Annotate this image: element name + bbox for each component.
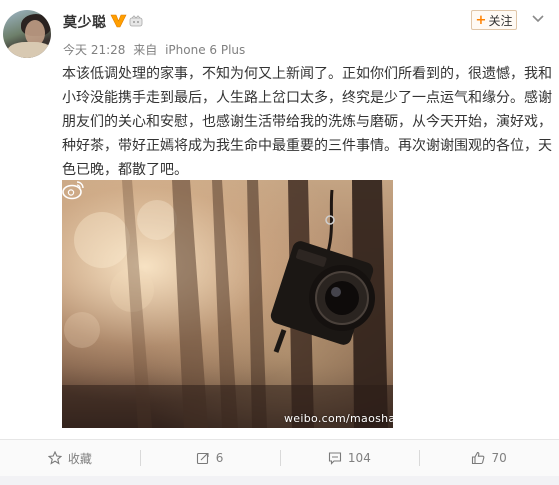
star-icon [47, 451, 62, 465]
content-line: 色已晚，都散了吧。 [62, 162, 188, 178]
post-source[interactable]: iPhone 6 Plus [165, 43, 245, 57]
post-time[interactable]: 今天 21:28 [63, 43, 125, 57]
action-bar: 收藏 6 104 70 [0, 440, 559, 476]
comment-icon [328, 452, 341, 465]
favorite-button[interactable]: 收藏 [0, 440, 140, 476]
content-line: 本该低调处理的家事，不知为何又上新闻了。正如你们所看到的，很遗憾，我和 [62, 66, 552, 82]
content-line: 种好茶，带好正嫣将成为我生命中最重要的三件事情。再次谢谢围观的各位，天 [62, 138, 552, 154]
follow-button[interactable]: + 关注 [471, 10, 517, 30]
plus-icon: + [475, 12, 487, 28]
like-icon [472, 451, 485, 465]
username-link[interactable]: 莫少聪 [63, 12, 107, 32]
repost-button[interactable]: 6 [139, 440, 280, 476]
weibo-post-card: 莫少聪 + 关注 今天 21:28 来自 iPhone 6 Plus 本该低调处… [0, 0, 559, 485]
weibo-logo-icon [62, 181, 84, 200]
comment-count: 104 [347, 451, 371, 465]
vip-icon[interactable] [110, 13, 127, 28]
avatar[interactable] [3, 10, 51, 58]
like-button[interactable]: 70 [419, 440, 559, 476]
content-line: 小玲没能携手走到最后，人生路上岔口太多，终究是少了一点运气和缘分。感谢 [62, 90, 552, 106]
photo-scene [62, 180, 393, 428]
favorite-label: 收藏 [67, 451, 92, 466]
image-watermark: weibo.com/maosha [284, 412, 393, 425]
post-image[interactable]: weibo.com/maosha [62, 180, 393, 428]
post-meta: 今天 21:28 来自 iPhone 6 Plus [63, 41, 249, 58]
club-icon[interactable] [129, 15, 143, 27]
repost-icon [196, 452, 209, 465]
follow-label: 关注 [488, 13, 513, 28]
content-line: 朋友们的关心和安慰，也感谢生活带给我的洗炼与磨砺，从今天开始，演好戏， [62, 114, 552, 130]
like-count: 70 [491, 451, 507, 465]
comment-button[interactable]: 104 [279, 440, 420, 476]
repost-count: 6 [215, 451, 224, 465]
bottom-spacer [0, 476, 559, 485]
menu-chevron-icon[interactable] [531, 14, 545, 24]
post-content: 本该低调处理的家事，不知为何又上新闻了。正如你们所看到的，很遗憾，我和 小玲没能… [62, 62, 554, 182]
source-prefix: 来自 [133, 43, 158, 57]
avatar-body [7, 42, 51, 58]
